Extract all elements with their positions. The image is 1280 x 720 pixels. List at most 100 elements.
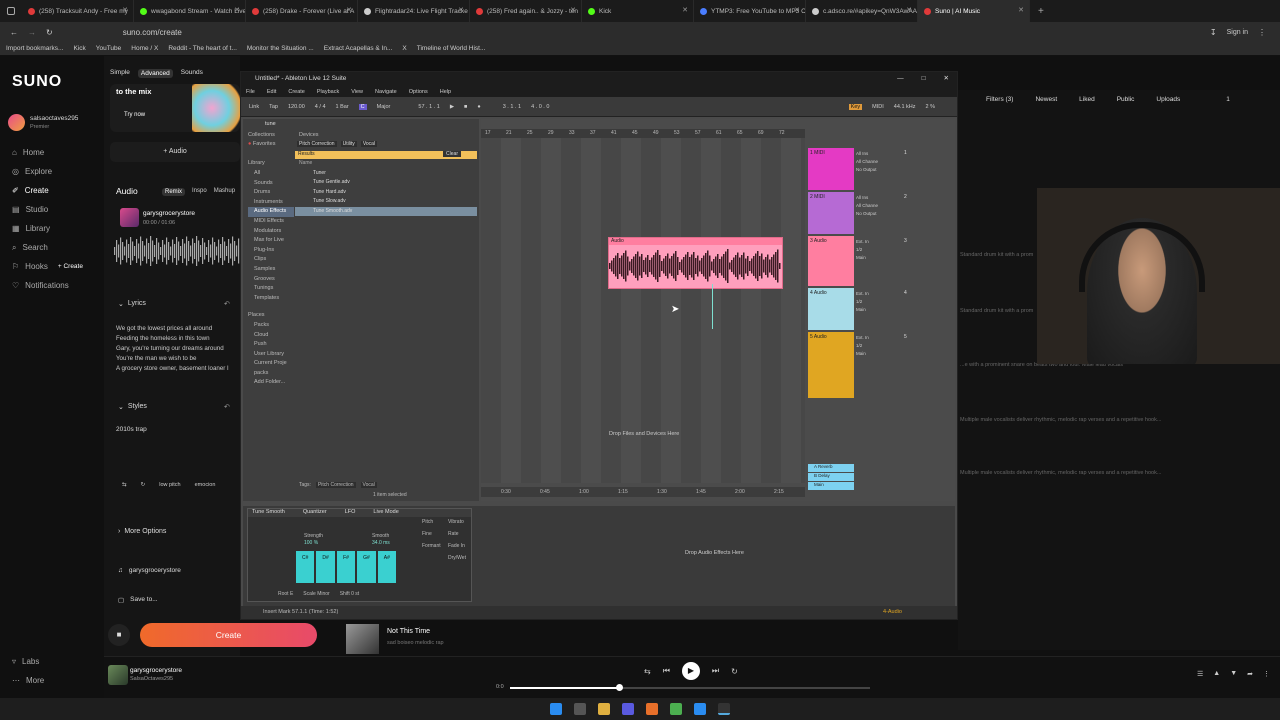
formant-knob[interactable]: Formant: [422, 543, 441, 549]
library-item[interactable]: Modulators: [248, 227, 294, 237]
sign-in-button[interactable]: Sign in: [1227, 29, 1248, 36]
result-item[interactable]: Tune Slow.adv: [295, 197, 477, 206]
filters-button[interactable]: Filters (3): [986, 96, 1013, 103]
tag-shuffle-icon[interactable]: ⇆: [122, 482, 127, 488]
tab-close-icon[interactable]: ✕: [682, 6, 688, 14]
drop-files-area[interactable]: Drop Files and Devices Here: [609, 431, 679, 437]
nav-create[interactable]: ✐ Create: [0, 181, 104, 200]
tab-public[interactable]: Public: [1117, 96, 1135, 103]
nav-search[interactable]: ⌕ Search: [0, 238, 104, 257]
loop-length[interactable]: 4 . 0 . 0: [531, 104, 549, 110]
track-output[interactable]: Main: [856, 350, 896, 358]
filter-chip[interactable]: Vocal: [360, 141, 378, 147]
nav-notifications[interactable]: ♡ Notifications: [0, 276, 104, 295]
browser-tab[interactable]: Flightradar24: Live Flight Tracke ✕: [358, 0, 470, 22]
browser-tab[interactable]: Suno | AI Music ✕: [918, 0, 1030, 22]
previous-icon[interactable]: ⏮: [663, 666, 670, 676]
nav-labs[interactable]: ▿ Labs: [0, 652, 104, 671]
lyrics-field[interactable]: We got the lowest prices all around Feedi…: [116, 324, 240, 374]
filter-chip[interactable]: Utility: [340, 141, 357, 147]
menu-navigate[interactable]: Navigate: [375, 89, 397, 95]
tab-close-icon[interactable]: ✕: [346, 6, 352, 14]
name-column-header[interactable]: Name: [299, 160, 312, 166]
tab-close-icon[interactable]: ✕: [906, 6, 912, 14]
loop-start[interactable]: 3 . 1 . 1: [503, 104, 521, 110]
track-input[interactable]: Ext. In: [856, 334, 896, 342]
scale-key[interactable]: F#: [336, 551, 356, 583]
scale-key[interactable]: C#: [296, 551, 315, 583]
bookmark-item[interactable]: Home / X: [131, 45, 158, 52]
record-icon[interactable]: ●: [477, 104, 480, 110]
smooth-value[interactable]: 34.0 ms: [372, 540, 390, 546]
audio-clip[interactable]: Audio: [608, 237, 783, 289]
key-toggle[interactable]: Key: [848, 103, 863, 110]
tag-chip[interactable]: Pitch Correction: [315, 482, 356, 488]
tab-uploads[interactable]: Uploads: [1156, 96, 1180, 103]
status-track[interactable]: 4-Audio: [883, 606, 902, 619]
filter-chip[interactable]: Pitch Correction: [297, 141, 337, 147]
track-name[interactable]: 2 MIDI: [808, 192, 854, 202]
avatar[interactable]: [8, 114, 25, 131]
result-item[interactable]: Tune Smooth.adv: [295, 206, 477, 216]
quantizer-toggle[interactable]: Quantizer: [303, 509, 327, 517]
track-channel[interactable]: 1/2: [856, 342, 896, 350]
undo-icon[interactable]: ↶: [224, 300, 230, 308]
tab-liked[interactable]: Liked: [1079, 96, 1095, 103]
nav-explore[interactable]: ◎ Explore: [0, 162, 104, 181]
return-track[interactable]: A Reverb: [808, 464, 854, 472]
key-field[interactable]: C: [358, 103, 367, 110]
nav-studio[interactable]: ▤ Studio: [0, 200, 104, 219]
menu-playback[interactable]: Playback: [317, 89, 339, 95]
vibrato-knob[interactable]: Vibrato: [448, 519, 466, 525]
like-icon[interactable]: ▲: [1213, 670, 1220, 678]
track-header[interactable]: 3 Audio Ext. In 1/2 Main 3: [808, 236, 907, 286]
clear-button[interactable]: Clear: [443, 151, 461, 157]
tap-button[interactable]: Tap: [269, 104, 278, 110]
bookmark-item[interactable]: Import bookmarks...: [6, 45, 63, 52]
back-icon[interactable]: ←: [10, 28, 18, 37]
track-channel[interactable]: All Channe: [856, 158, 896, 166]
dry-wet-knob[interactable]: Dry/Wet: [448, 555, 466, 561]
shuffle-icon[interactable]: ⇆: [644, 667, 651, 676]
download-icon[interactable]: ↧: [1210, 28, 1217, 37]
library-item[interactable]: Tunings: [248, 284, 294, 294]
scale-key[interactable]: A#: [377, 551, 397, 583]
bar-ruler[interactable]: 17 21 25 29 33 37 41 45 49 53 57 61 65 69 72: [481, 129, 805, 138]
tab-close-icon[interactable]: ✕: [234, 6, 240, 14]
track-channel[interactable]: All Channe: [856, 202, 896, 210]
suno-logo[interactable]: SUNO: [12, 73, 62, 91]
nav-home[interactable]: ⌂ Home: [0, 143, 104, 162]
places-item[interactable]: User Library: [248, 350, 294, 360]
scale-key[interactable]: D#: [316, 551, 335, 583]
style-tag[interactable]: low pitch: [159, 482, 180, 488]
bookmark-item[interactable]: Extract Acapellas & In...: [324, 45, 393, 52]
track-channel[interactable]: 1/2: [856, 246, 896, 254]
new-tab-icon[interactable]: +: [1030, 6, 1044, 17]
tab-remix[interactable]: Remix: [162, 188, 186, 196]
track-name[interactable]: 3 Audio: [808, 236, 854, 246]
scale-field[interactable]: Major: [377, 104, 391, 110]
browser-tab[interactable]: YTMP3: Free YouTube to MP3 C ✕: [694, 0, 806, 22]
tab-close-icon[interactable]: ✕: [794, 6, 800, 14]
places-item[interactable]: Current Proje: [248, 359, 294, 369]
firefox-icon[interactable]: [646, 703, 658, 715]
browser-tab[interactable]: (258) Drake - Forever (Live at A ✕: [246, 0, 358, 22]
tag-chip[interactable]: Vocal: [360, 482, 377, 488]
next-icon[interactable]: ⏭: [712, 666, 719, 676]
library-item[interactable]: Clips: [248, 255, 294, 265]
menu-create[interactable]: Create: [288, 89, 305, 95]
tab-actions-icon[interactable]: [0, 0, 22, 22]
nav-library[interactable]: ▦ Library: [0, 219, 104, 238]
more-options-toggle[interactable]: › More Options: [118, 528, 166, 535]
pitch-knob[interactable]: Pitch: [422, 519, 441, 525]
tab-close-icon[interactable]: ✕: [1018, 6, 1024, 14]
shift-field[interactable]: Shift 0 st: [340, 591, 359, 597]
track-input[interactable]: Ext. In: [856, 290, 896, 298]
clip-waveform[interactable]: [114, 234, 240, 268]
library-item[interactable]: Audio Effects: [248, 207, 294, 217]
tab-close-icon[interactable]: ✕: [570, 6, 576, 14]
library-item[interactable]: All: [248, 169, 294, 179]
hooks-create-button[interactable]: + Create: [58, 263, 83, 270]
midi-toggle[interactable]: MIDI: [872, 104, 884, 110]
browser-search[interactable]: tune: [265, 121, 445, 129]
